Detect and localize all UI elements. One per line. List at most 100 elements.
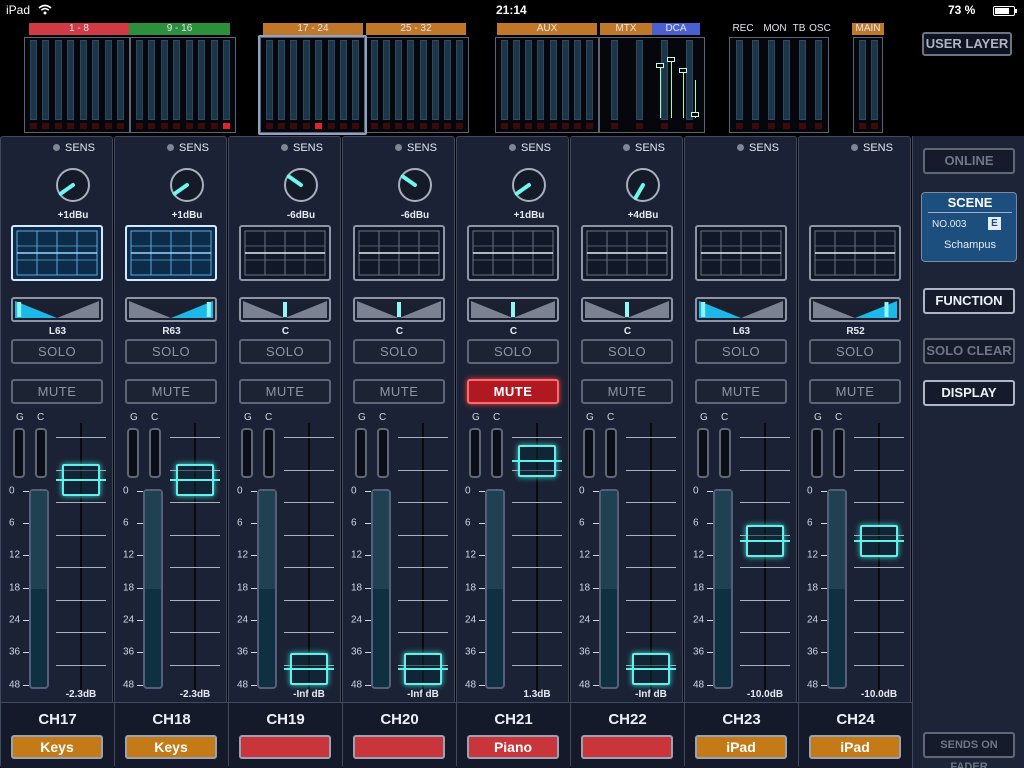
mute-button[interactable]: MUTE — [695, 379, 787, 404]
channel-name[interactable]: Keys — [125, 735, 217, 759]
channel-number[interactable]: CH17 — [1, 711, 114, 728]
mute-button[interactable]: MUTE — [125, 379, 217, 404]
gain-knob[interactable] — [281, 161, 321, 209]
solo-button[interactable]: SOLO — [353, 339, 445, 364]
eq-display[interactable] — [695, 225, 787, 281]
overview-meter — [54, 40, 62, 120]
eq-display[interactable] — [11, 225, 103, 281]
scene-panel[interactable]: SCENE NO.003 E Schampus — [921, 192, 1017, 262]
pan-control[interactable] — [11, 297, 103, 322]
sens-toggle[interactable]: SENS — [281, 142, 323, 154]
mute-button[interactable]: MUTE — [353, 379, 445, 404]
sens-toggle[interactable]: SENS — [509, 142, 551, 154]
channel-number[interactable]: CH22 — [571, 711, 684, 728]
channel-number[interactable]: CH23 — [685, 711, 798, 728]
channel-name[interactable] — [581, 735, 673, 759]
solo-button[interactable]: SOLO — [239, 339, 331, 364]
solo-button[interactable]: SOLO — [809, 339, 901, 364]
overview-group-osc[interactable]: OSC — [806, 23, 834, 35]
overview-group-rec[interactable]: REC — [728, 23, 758, 35]
channel-number[interactable]: CH18 — [115, 711, 228, 728]
channel-name[interactable]: iPad — [809, 735, 901, 759]
mute-button[interactable]: MUTE — [809, 379, 901, 404]
solo-clear-button[interactable]: SOLO CLEAR — [923, 338, 1015, 364]
eq-display[interactable] — [581, 225, 673, 281]
pan-control[interactable] — [353, 297, 445, 322]
overview-block-mtx-dca[interactable] — [599, 37, 705, 133]
channel-number[interactable]: CH20 — [343, 711, 456, 728]
function-button[interactable]: FUNCTION — [923, 288, 1015, 314]
overview-block-1-8[interactable] — [24, 37, 130, 133]
online-button[interactable]: ONLINE — [923, 148, 1015, 174]
gain-knob[interactable] — [167, 161, 207, 209]
overview-block-9-16[interactable] — [130, 37, 236, 133]
overview-group-main[interactable]: MAIN — [852, 23, 884, 35]
mute-button[interactable]: MUTE — [467, 379, 559, 404]
sens-toggle[interactable]: SENS — [167, 142, 209, 154]
gain-knob[interactable] — [395, 161, 435, 209]
fader-knob[interactable] — [854, 524, 904, 557]
pan-control[interactable] — [581, 297, 673, 322]
solo-button[interactable]: SOLO — [11, 339, 103, 364]
gain-knob[interactable] — [623, 161, 663, 209]
sens-toggle[interactable]: SENS — [395, 142, 437, 154]
channel-name[interactable] — [353, 735, 445, 759]
overview-group-9-16[interactable]: 9 - 16 — [129, 23, 230, 35]
overview-block-aux[interactable] — [495, 37, 599, 133]
solo-button[interactable]: SOLO — [581, 339, 673, 364]
overview-group-aux[interactable]: AUX — [497, 23, 597, 35]
fader-knob[interactable] — [170, 464, 220, 497]
pan-control[interactable] — [467, 297, 559, 322]
pan-control[interactable] — [239, 297, 331, 322]
overview-block-25-32[interactable] — [365, 37, 469, 133]
scale-label: 6 — [351, 517, 357, 529]
solo-button[interactable]: SOLO — [467, 339, 559, 364]
channel-name[interactable]: iPad — [695, 735, 787, 759]
overview-group-dca[interactable]: DCA — [652, 23, 700, 35]
sens-toggle[interactable]: SENS — [851, 142, 893, 154]
fader-knob[interactable] — [740, 524, 790, 557]
display-button[interactable]: DISPLAY — [923, 380, 1015, 406]
sens-toggle[interactable]: SENS — [623, 142, 665, 154]
sens-toggle[interactable]: SENS — [53, 142, 95, 154]
solo-button[interactable]: SOLO — [695, 339, 787, 364]
pan-control[interactable] — [125, 297, 217, 322]
channel-number[interactable]: CH24 — [799, 711, 912, 728]
pan-control[interactable] — [809, 297, 901, 322]
user-layer-button[interactable]: USER LAYER — [922, 32, 1012, 56]
overview-block-rec-mon-osc[interactable] — [729, 37, 829, 133]
pan-control[interactable] — [695, 297, 787, 322]
sens-toggle[interactable]: SENS — [737, 142, 779, 154]
overview-block-main[interactable] — [853, 37, 883, 133]
scale-label: 36 — [9, 646, 21, 658]
fader-knob[interactable] — [284, 653, 334, 685]
fader-knob[interactable] — [626, 653, 676, 685]
solo-button[interactable]: SOLO — [125, 339, 217, 364]
overview-group-mon[interactable]: MON — [760, 23, 790, 35]
eq-display[interactable] — [467, 225, 559, 281]
gain-knob[interactable] — [53, 161, 93, 209]
mute-button[interactable]: MUTE — [581, 379, 673, 404]
channel-number[interactable]: CH19 — [229, 711, 342, 728]
eq-display[interactable] — [809, 225, 901, 281]
mute-button[interactable]: MUTE — [239, 379, 331, 404]
mute-button[interactable]: MUTE — [11, 379, 103, 404]
overview-group-mtx[interactable]: MTX — [600, 23, 652, 35]
overview-group-17-24[interactable]: 17 - 24 — [263, 23, 363, 35]
sends-on-fader-button[interactable]: SENDS ON FADER — [923, 732, 1015, 768]
channel-number[interactable]: CH21 — [457, 711, 570, 728]
fader-knob[interactable] — [512, 444, 562, 477]
channel-name[interactable] — [239, 735, 331, 759]
eq-display[interactable] — [125, 225, 217, 281]
fader-tick — [854, 469, 904, 471]
overview-meter — [549, 40, 557, 120]
overview-group-25-32[interactable]: 25 - 32 — [366, 23, 466, 35]
overview-group-1-8[interactable]: 1 - 8 — [29, 23, 129, 35]
fader-knob[interactable] — [56, 464, 106, 497]
eq-display[interactable] — [353, 225, 445, 281]
gain-knob[interactable] — [509, 161, 549, 209]
channel-name[interactable]: Piano — [467, 735, 559, 759]
fader-knob[interactable] — [398, 653, 448, 685]
channel-name[interactable]: Keys — [11, 735, 103, 759]
eq-display[interactable] — [239, 225, 331, 281]
